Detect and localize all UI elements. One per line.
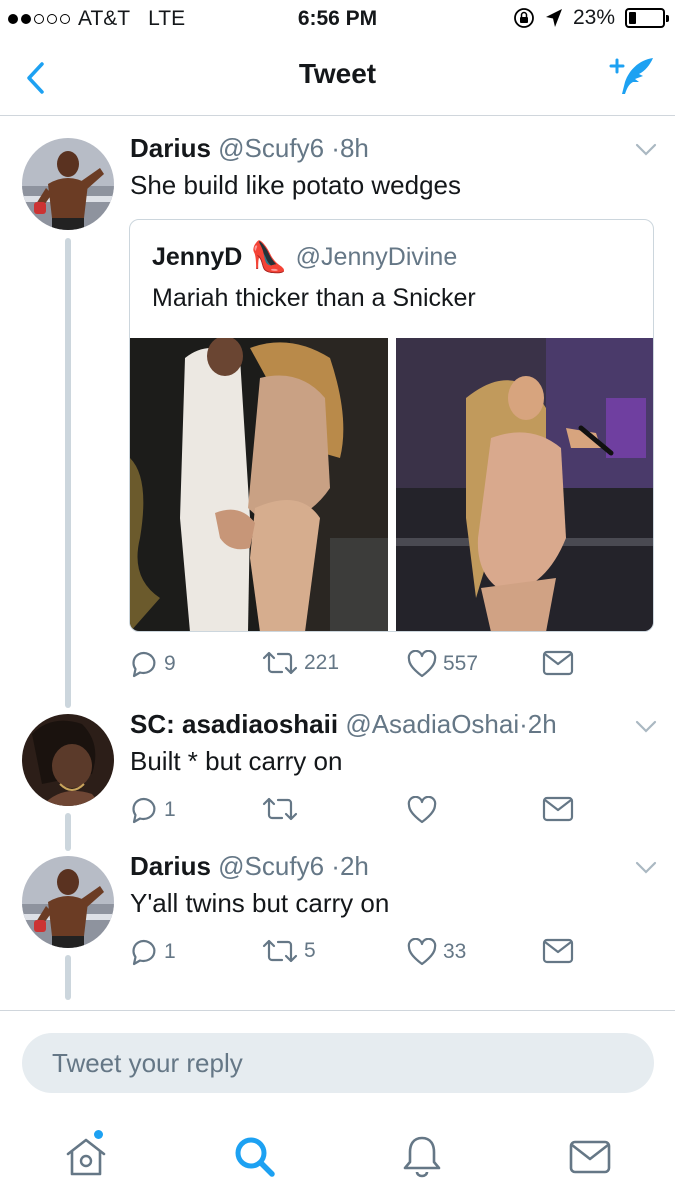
thread-connector — [65, 955, 71, 1000]
rotation-lock-icon — [514, 8, 534, 28]
heart-icon — [407, 650, 437, 678]
tweet-time: 2h — [339, 851, 369, 881]
direct-message-button[interactable] — [542, 938, 574, 964]
reply-input[interactable] — [22, 1033, 654, 1093]
search-icon[interactable] — [230, 1132, 278, 1180]
quote-text: Mariah thicker than a Snicker — [152, 284, 476, 312]
heart-icon — [407, 938, 437, 966]
author-handle[interactable]: @Scufy6 — [218, 851, 324, 881]
chevron-down-icon[interactable] — [635, 861, 657, 875]
reply-count: 1 — [164, 940, 176, 963]
envelope-icon — [542, 796, 574, 822]
tweet-time: 2h — [527, 709, 557, 739]
retweet-icon — [262, 939, 298, 963]
compose-tweet-icon[interactable] — [609, 54, 657, 98]
reply-button[interactable]: 1 — [130, 938, 176, 966]
battery-percent: 23% — [572, 6, 615, 29]
like-button[interactable] — [407, 796, 443, 824]
home-icon[interactable] — [62, 1132, 110, 1180]
messages-icon[interactable] — [566, 1132, 614, 1180]
quote-author-name: JennyD — [152, 243, 243, 271]
direct-message-button[interactable] — [542, 650, 574, 676]
direct-message-button[interactable] — [542, 796, 574, 822]
status-bar: AT&T LTE 6:56 PM 23% — [0, 0, 675, 40]
quote-photo-right[interactable] — [396, 338, 653, 631]
reply-bar — [0, 1010, 675, 1110]
nav-bar: Tweet — [0, 40, 675, 116]
heart-icon — [407, 796, 437, 824]
retweet-icon — [262, 797, 298, 821]
tab-bar — [0, 1110, 675, 1200]
retweet-count: 221 — [304, 651, 340, 674]
tweet-text: Y'all twins but carry on — [130, 888, 390, 918]
separator-dot: · — [331, 133, 340, 163]
avatar[interactable] — [22, 714, 114, 806]
high-heel-emoji: 👠 — [250, 241, 288, 274]
author-name[interactable]: Darius — [130, 851, 211, 881]
reply-button[interactable]: 9 — [130, 650, 176, 678]
envelope-icon — [542, 938, 574, 964]
quoted-tweet[interactable]: JennyD 👠 @JennyDivine Mariah thicker tha… — [129, 219, 654, 632]
chevron-down-icon[interactable] — [635, 720, 657, 734]
reply-icon — [132, 797, 156, 824]
retweet-button[interactable] — [262, 796, 304, 822]
separator-dot: · — [331, 851, 340, 881]
reply-count: 1 — [164, 798, 176, 821]
notifications-icon[interactable] — [398, 1132, 446, 1180]
location-arrow-icon — [545, 9, 562, 27]
like-count: 33 — [443, 940, 467, 963]
author-handle[interactable]: @Scufy6 — [218, 133, 324, 163]
battery-icon — [625, 8, 669, 28]
tweet-text: Built * but carry on — [130, 746, 343, 776]
retweet-icon — [262, 651, 298, 675]
author-name[interactable]: SC: asadiaoshaii — [130, 709, 338, 739]
avatar[interactable] — [22, 138, 114, 230]
retweet-button[interactable]: 5 — [262, 938, 316, 964]
avatar[interactable] — [22, 856, 114, 948]
notification-dot — [94, 1130, 103, 1139]
reply-icon — [132, 939, 156, 966]
retweet-button[interactable]: 221 — [262, 650, 339, 676]
retweet-count: 5 — [304, 939, 316, 962]
chevron-down-icon[interactable] — [635, 143, 657, 157]
reply-icon — [132, 651, 156, 678]
like-button[interactable]: 557 — [407, 650, 478, 678]
reply-count: 9 — [164, 652, 176, 675]
tweet-text: She build like potato wedges — [130, 170, 462, 200]
separator-dot: · — [519, 709, 528, 739]
thread-connector — [65, 813, 71, 851]
quote-photo-left[interactable] — [130, 338, 388, 631]
like-button[interactable]: 33 — [407, 938, 466, 966]
reply-button[interactable]: 1 — [130, 796, 176, 824]
thread-connector — [65, 238, 71, 708]
quote-author-handle: @JennyDivine — [295, 243, 458, 271]
tweet-time: 8h — [339, 133, 369, 163]
like-count: 557 — [443, 652, 479, 675]
author-handle[interactable]: @AsadiaOshai — [345, 709, 519, 739]
page-title: Tweet — [298, 58, 377, 89]
envelope-icon — [542, 650, 574, 676]
author-name[interactable]: Darius — [130, 133, 211, 163]
